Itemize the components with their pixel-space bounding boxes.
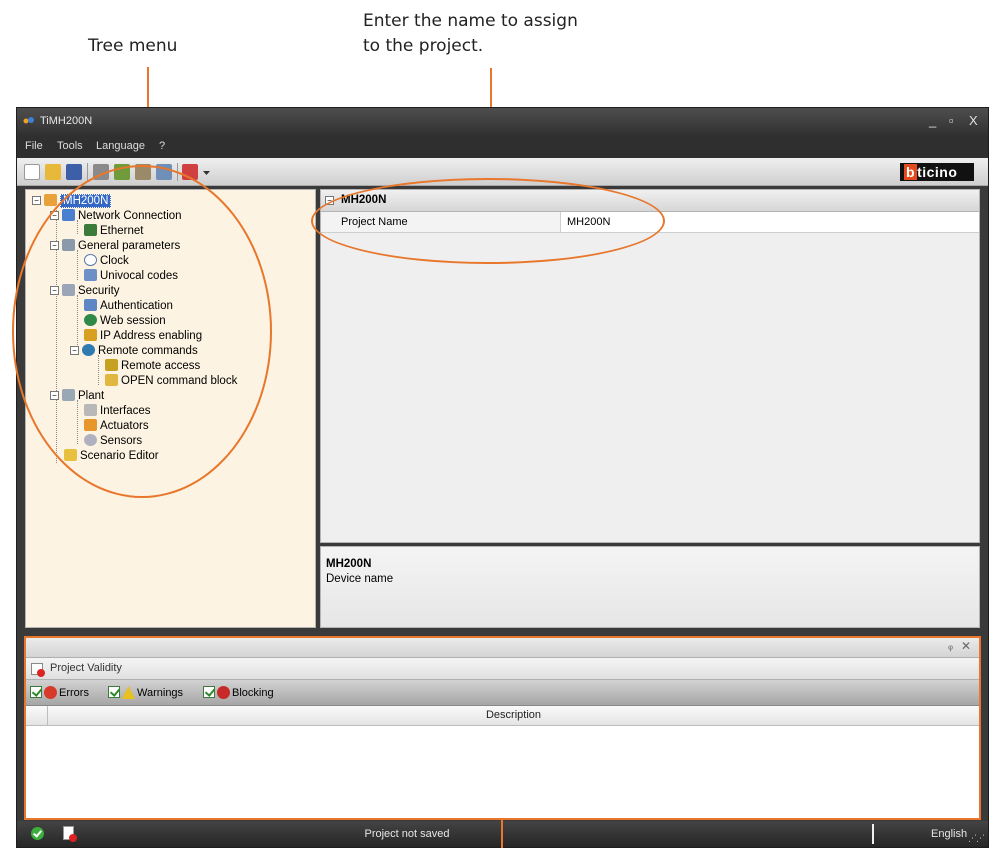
status-divider <box>872 824 874 844</box>
open-folder-icon[interactable] <box>45 164 61 180</box>
language-indicator[interactable]: English <box>931 828 967 840</box>
menu-language[interactable]: Language <box>96 140 145 152</box>
window-title: TiMH200N <box>40 115 93 127</box>
minimize-button[interactable]: _ <box>929 113 936 128</box>
highlight-ellipse-project-name <box>311 178 665 264</box>
menu-file[interactable]: File <box>25 140 43 152</box>
device-icon <box>44 194 57 206</box>
app-icon <box>23 117 34 124</box>
chevron-down-icon[interactable] <box>203 171 210 176</box>
annotation-project-name: Enter the name to assign to the project. <box>363 9 578 59</box>
close-button[interactable]: X <box>969 113 978 128</box>
menu-bar: File Tools Language ? <box>17 136 988 158</box>
collapse-icon[interactable]: − <box>32 196 41 205</box>
new-project-icon[interactable] <box>24 164 40 180</box>
logo-highlight: b <box>904 164 918 180</box>
save-icon[interactable] <box>66 164 82 180</box>
leader-line-bottom <box>501 820 503 848</box>
highlight-rect-validity-panel <box>24 636 981 820</box>
annotation-tree-menu: Tree menu <box>88 36 178 56</box>
highlight-ellipse-tree <box>12 165 272 498</box>
toolbar-separator <box>87 163 88 181</box>
bticino-logo: b ticino <box>900 163 974 181</box>
maximize-button[interactable]: ▫ <box>949 113 954 128</box>
logo-text: ticino <box>917 164 958 180</box>
annotation-project-name-line2: to the project. <box>363 36 484 56</box>
description-title: MH200N <box>326 558 372 570</box>
menu-tools[interactable]: Tools <box>57 140 83 152</box>
title-bar: TiMH200N _ ▫ X <box>17 108 988 136</box>
status-text: Project not saved <box>364 828 450 840</box>
resize-grip-icon[interactable]: ⋰⋰ <box>968 833 985 844</box>
description-text: Device name <box>326 573 394 585</box>
annotation-project-name-line1: Enter the name to assign <box>363 11 578 31</box>
menu-help[interactable]: ? <box>159 140 165 152</box>
description-pane: MH200N Device name <box>320 546 980 628</box>
